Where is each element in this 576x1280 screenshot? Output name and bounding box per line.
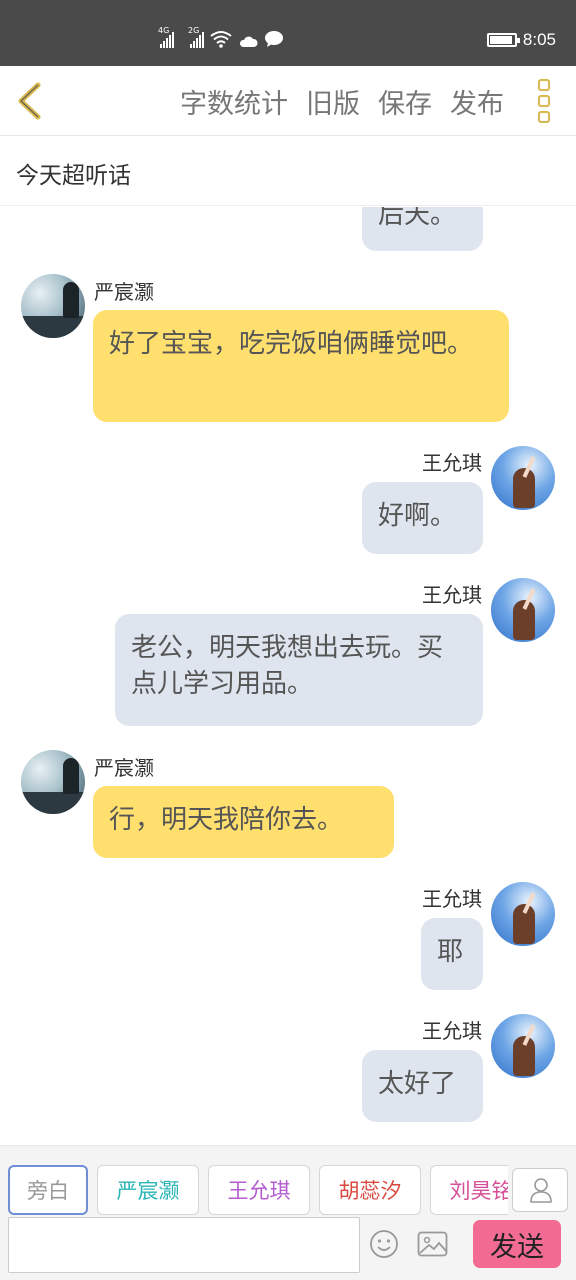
word-count-button[interactable]: 字数统计 (180, 82, 288, 121)
emoji-icon[interactable] (369, 1229, 399, 1259)
clock: 8:05 (522, 30, 556, 49)
chapter-title-bar[interactable]: 今天超听话 (0, 136, 576, 206)
role-label: 严宸灏 (116, 1179, 180, 1203)
more-menu-icon[interactable] (538, 79, 554, 123)
signal-type-label-2: 2G (188, 26, 200, 35)
speaker-name: 王允琪 (422, 451, 482, 475)
role-tab[interactable]: 王允琪 (208, 1165, 310, 1215)
message-text: 后天。 (378, 207, 457, 230)
header-actions: 字数统计 旧版 保存 发布 (180, 82, 504, 121)
message-bubble[interactable]: 行，明天我陪你去。 (93, 786, 394, 858)
role-tab-narrator[interactable]: 旁白 (8, 1165, 88, 1215)
avatar[interactable] (21, 750, 85, 814)
speaker-name: 严宸灏 (94, 280, 154, 304)
signal-type-label: 4G (158, 26, 170, 35)
signal-icon: 4G (150, 26, 174, 48)
message-text: 行，明天我陪你去。 (109, 805, 344, 835)
avatar[interactable] (491, 1014, 555, 1078)
signal-icon-2: 2G (180, 26, 204, 48)
avatar[interactable] (491, 446, 555, 510)
role-tab[interactable]: 胡蕊汐 (319, 1165, 421, 1215)
message-input[interactable] (8, 1217, 360, 1273)
message-bubble[interactable]: 好了宝宝，吃完饭咱俩睡觉吧。 (93, 310, 509, 422)
message-text: 好了宝宝，吃完饭咱俩睡觉吧。 (109, 329, 474, 359)
image-icon[interactable] (417, 1231, 448, 1257)
status-icons: 4G 2G (150, 26, 284, 48)
message-bubble[interactable]: 耶 (421, 918, 483, 990)
message-bubble[interactable]: 太好了 (362, 1050, 483, 1122)
publish-button[interactable]: 发布 (450, 82, 504, 121)
message-text: 太好了 (378, 1069, 457, 1099)
add-role-button[interactable] (512, 1168, 568, 1212)
message-text: 好啊。 (378, 501, 457, 531)
role-label: 旁白 (27, 1179, 69, 1203)
avatar[interactable] (21, 274, 85, 338)
role-tab[interactable]: 刘昊铭 (430, 1165, 508, 1215)
speaker-name: 严宸灏 (94, 756, 154, 780)
chat-bubble-icon (265, 31, 283, 47)
send-button[interactable]: 发送 (473, 1220, 561, 1268)
wifi-icon (210, 31, 232, 48)
chat-area[interactable]: 后天。 严宸灏 好了宝宝，吃完饭咱俩睡觉吧。 王允琪 好啊。 王允琪 老公，明天… (0, 207, 576, 1145)
old-version-button[interactable]: 旧版 (306, 82, 360, 121)
composer-bar: 旁白 严宸灏 王允琪 胡蕊汐 刘昊铭 发送 (0, 1145, 576, 1280)
top-toolbar: 字数统计 旧版 保存 发布 (0, 66, 576, 136)
role-tab[interactable]: 严宸灏 (97, 1165, 199, 1215)
message-text: 老公，明天我想出去玩。买点儿学习用品。 (131, 633, 444, 699)
send-label: 发送 (490, 1231, 544, 1263)
cloud-icon (239, 36, 258, 47)
avatar[interactable] (491, 578, 555, 642)
message-bubble[interactable]: 好啊。 (362, 482, 483, 554)
chapter-title: 今天超听话 (16, 163, 131, 189)
speaker-name: 王允琪 (422, 583, 482, 607)
role-selector: 旁白 严宸灏 王允琪 胡蕊汐 刘昊铭 (8, 1165, 508, 1215)
battery-icon (486, 33, 520, 47)
back-arrow-icon[interactable] (14, 82, 44, 120)
role-label: 王允琪 (227, 1179, 291, 1203)
role-label: 刘昊铭 (449, 1179, 509, 1203)
message-text: 耶 (437, 937, 464, 967)
message-bubble[interactable]: 老公，明天我想出去玩。买点儿学习用品。 (115, 614, 483, 726)
role-label: 胡蕊汐 (338, 1179, 402, 1203)
status-bar: 4G 2G 8:05 (0, 0, 576, 66)
speaker-name: 王允琪 (422, 887, 482, 911)
user-icon (530, 1178, 552, 1203)
speaker-name: 王允琪 (422, 1019, 482, 1043)
avatar[interactable] (491, 882, 555, 946)
message-bubble[interactable]: 后天。 (362, 207, 483, 251)
save-button[interactable]: 保存 (378, 82, 432, 121)
